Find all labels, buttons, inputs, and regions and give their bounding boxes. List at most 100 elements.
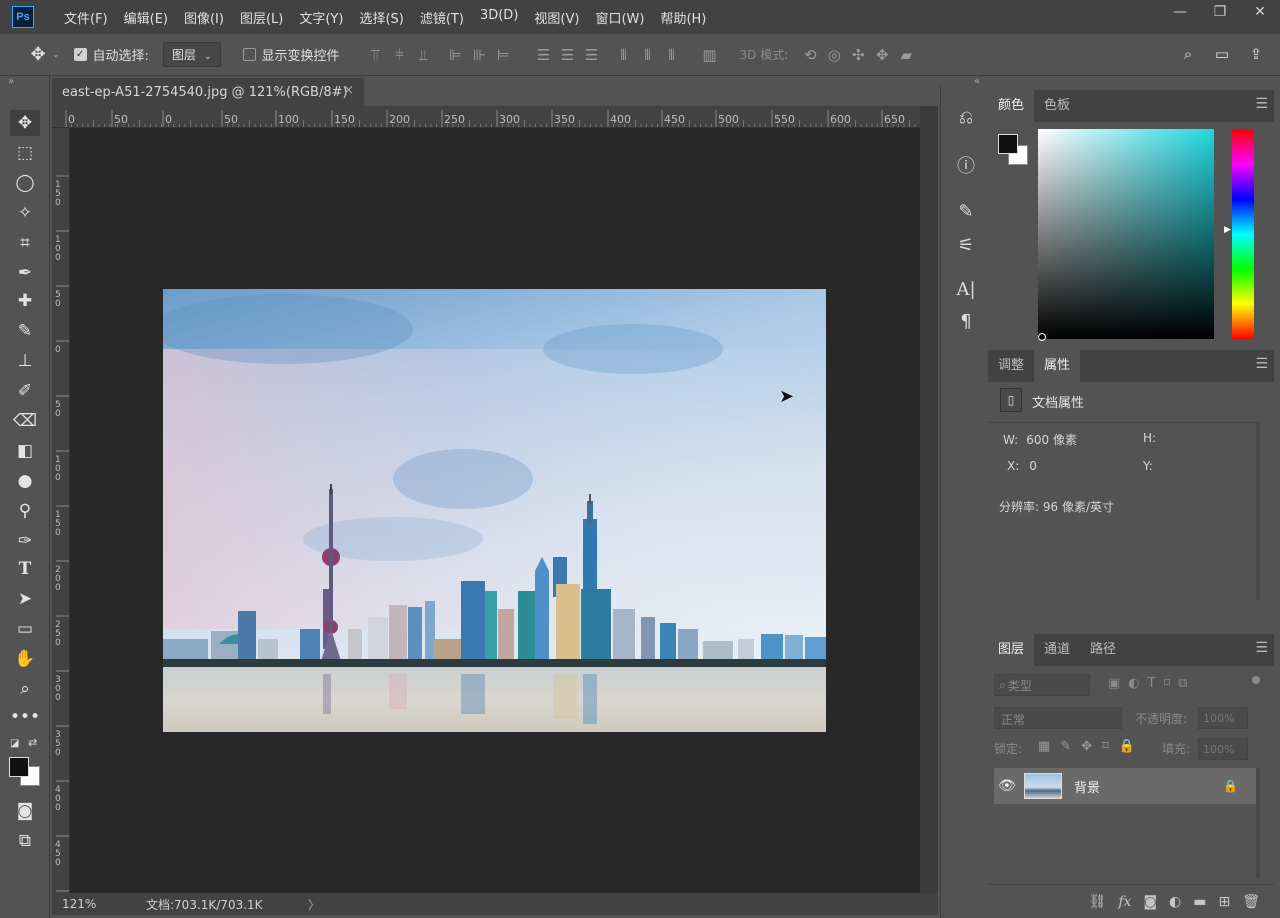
layer-style-icon[interactable]: fx: [1118, 894, 1131, 910]
tab-layers[interactable]: 图层: [988, 634, 1035, 666]
new-group-icon[interactable]: ▬: [1193, 894, 1206, 910]
filter-pixel-icon[interactable]: ▣: [1108, 676, 1120, 691]
magic-wand-tool-icon[interactable]: ✧: [10, 200, 40, 226]
foreground-color-swatch[interactable]: [9, 757, 29, 777]
color-picker-handle[interactable]: [1038, 333, 1046, 341]
fill-input[interactable]: 100%: [1198, 738, 1248, 760]
distribute-top-icon[interactable]: ☰: [532, 43, 556, 67]
filter-shape-icon[interactable]: ⌑: [1164, 676, 1171, 691]
eraser-tool-icon[interactable]: ⌫: [10, 408, 40, 434]
move-tool-icon[interactable]: ✥: [10, 110, 40, 136]
filter-type-icon[interactable]: T: [1148, 676, 1156, 691]
foreground-color-swatch[interactable]: [998, 134, 1018, 154]
hue-slider-arrow-icon[interactable]: ▶: [1224, 225, 1231, 235]
tab-color[interactable]: 颜色: [988, 90, 1035, 122]
menu-select[interactable]: 选择(S): [351, 8, 411, 27]
layer-row[interactable]: 👁 背景 🔒: [994, 768, 1256, 804]
zoom-tool-icon[interactable]: ⌕: [10, 676, 40, 702]
zoom-level[interactable]: 121%: [62, 897, 142, 911]
stamp-tool-icon[interactable]: ⊥: [10, 348, 40, 374]
eye-icon[interactable]: 👁: [998, 778, 1016, 794]
type-tool-icon[interactable]: T: [10, 556, 40, 582]
menu-edit[interactable]: 编辑(E): [116, 8, 176, 27]
lock-transparent-icon[interactable]: ▦: [1038, 739, 1050, 754]
3d-slide-icon[interactable]: ✥: [870, 43, 894, 67]
eyedropper-tool-icon[interactable]: ✒: [10, 260, 40, 286]
character-panel-icon[interactable]: A|: [953, 276, 979, 302]
share-icon[interactable]: ⇪: [1244, 42, 1268, 66]
brush-settings-icon[interactable]: ⚟: [953, 232, 979, 258]
lock-all-icon[interactable]: 🔒: [1119, 739, 1135, 754]
marquee-tool-icon[interactable]: ⬚: [10, 140, 40, 166]
align-top-icon[interactable]: ⫪: [364, 43, 388, 67]
filter-smart-object-icon[interactable]: ⧉: [1178, 676, 1187, 691]
layers-scrollbar[interactable]: [1256, 768, 1260, 878]
collapse-icon[interactable]: »: [8, 76, 14, 87]
healing-brush-tool-icon[interactable]: ✚: [10, 288, 40, 314]
distribute-right-icon[interactable]: ⦀: [660, 43, 684, 67]
status-arrow-icon[interactable]: 〉: [308, 896, 320, 913]
show-transform-checkbox[interactable]: 显示变换控件: [242, 45, 340, 64]
menu-filter[interactable]: 滤镜(T): [412, 8, 472, 27]
panel-menu-icon[interactable]: ☰: [1255, 96, 1268, 112]
x-value[interactable]: 0: [1029, 459, 1037, 473]
document-image[interactable]: [163, 289, 826, 732]
gradient-tool-icon[interactable]: ◧: [10, 438, 40, 464]
lasso-tool-icon[interactable]: ◯: [10, 170, 40, 196]
distribute-left-icon[interactable]: ⦀: [612, 43, 636, 67]
default-colors-icon[interactable]: ◪: [10, 738, 19, 749]
tab-channels[interactable]: 通道: [1034, 634, 1080, 666]
close-tab-icon[interactable]: ×: [343, 83, 354, 98]
history-brush-tool-icon[interactable]: ✐: [10, 378, 40, 404]
delete-layer-icon[interactable]: 🗑: [1242, 894, 1260, 910]
screen-mode-icon[interactable]: ⧉: [10, 828, 40, 854]
auto-select-target-dropdown[interactable]: 图层 ⌄: [162, 42, 221, 67]
distribute-hcenter-icon[interactable]: ⦀: [636, 43, 660, 67]
hand-tool-icon[interactable]: ✋: [10, 646, 40, 672]
layer-name[interactable]: 背景: [1074, 777, 1100, 796]
move-tool-preset-icon[interactable]: ✥: [26, 43, 50, 67]
distribute-bottom-icon[interactable]: ☰: [580, 43, 604, 67]
align-hcenter-icon[interactable]: ⊪: [468, 43, 492, 67]
align-bottom-icon[interactable]: ⫫: [412, 43, 436, 67]
history-panel-icon[interactable]: ⎌: [953, 104, 979, 130]
properties-scrollbar[interactable]: [1256, 422, 1260, 600]
menu-type[interactable]: 文字(Y): [291, 8, 351, 27]
filter-adjustment-icon[interactable]: ◐: [1128, 676, 1139, 691]
hue-slider[interactable]: [1232, 129, 1254, 339]
add-mask-icon[interactable]: ◙: [1143, 894, 1157, 910]
tab-swatches[interactable]: 色板: [1034, 90, 1080, 122]
auto-select-checkbox[interactable]: ✓ 自动选择:: [73, 45, 149, 64]
document-tab[interactable]: east-ep-A51-2754540.jpg @ 121%(RGB/8#) ×: [52, 78, 364, 106]
menu-file[interactable]: 文件(F): [56, 8, 116, 27]
minimize-button[interactable]: —: [1160, 0, 1200, 28]
lock-icon[interactable]: 🔒: [1223, 779, 1238, 793]
align-vcenter-icon[interactable]: ⫩: [388, 43, 412, 67]
close-window-button[interactable]: ✕: [1240, 0, 1280, 28]
layer-filter-input[interactable]: ⌕ 类型: [994, 674, 1090, 696]
blur-tool-icon[interactable]: ●: [10, 468, 40, 494]
3d-roll-icon[interactable]: ◎: [822, 43, 846, 67]
collapse-icon[interactable]: «: [974, 76, 980, 87]
menu-3d[interactable]: 3D(D): [472, 8, 526, 27]
workspace-icon[interactable]: ▭: [1210, 42, 1234, 66]
rectangle-tool-icon[interactable]: ▭: [10, 616, 40, 642]
more-tools-icon[interactable]: •••: [10, 704, 40, 730]
panel-menu-icon[interactable]: ☰: [1255, 640, 1268, 656]
quick-mask-icon[interactable]: ◙: [10, 798, 40, 824]
filter-toggle-icon[interactable]: [1252, 676, 1260, 684]
restore-button[interactable]: ❐: [1200, 0, 1240, 28]
opacity-input[interactable]: 100%: [1198, 707, 1248, 729]
3d-pan-icon[interactable]: ✣: [846, 43, 870, 67]
tab-paths[interactable]: 路径: [1080, 634, 1126, 666]
new-layer-icon[interactable]: ⊞: [1218, 894, 1230, 910]
new-adjustment-layer-icon[interactable]: ◐: [1169, 894, 1181, 910]
chevron-down-icon[interactable]: ⌄: [52, 50, 60, 60]
menu-image[interactable]: 图像(I): [176, 8, 232, 27]
paragraph-panel-icon[interactable]: ¶: [953, 308, 979, 334]
brush-tool-icon[interactable]: ✎: [10, 318, 40, 344]
menu-layer[interactable]: 图层(L): [232, 8, 291, 27]
link-layers-icon[interactable]: ⛓: [1089, 894, 1107, 910]
3d-scale-icon[interactable]: ▰: [894, 43, 918, 67]
menu-window[interactable]: 窗口(W): [587, 8, 652, 27]
